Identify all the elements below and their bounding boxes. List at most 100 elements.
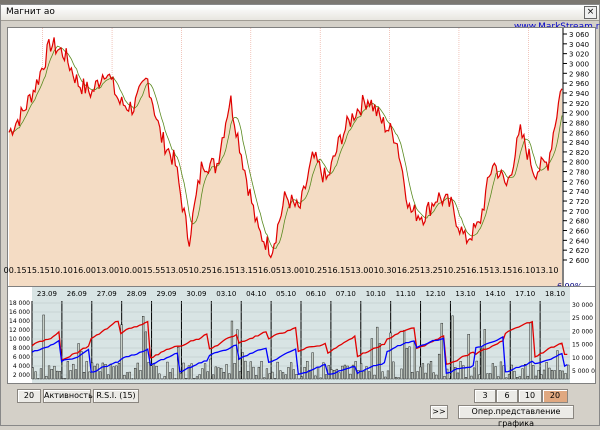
price-tick-label: 3 060	[569, 31, 589, 39]
date-tick-label: 18.10	[545, 290, 565, 298]
volume-bar	[409, 347, 411, 379]
volume-bar	[505, 378, 507, 379]
volume-bar	[288, 367, 290, 379]
range-6d-button[interactable]: 6 дн.	[496, 389, 518, 403]
volume-bar	[175, 378, 177, 379]
volume-bar	[468, 334, 470, 379]
volume-bar	[427, 364, 429, 379]
price-tick-label: 3 020	[569, 51, 589, 59]
volume-bar	[384, 377, 386, 379]
volume-bar	[301, 377, 303, 379]
left-tick-label: 16 000	[9, 309, 30, 316]
volume-bar	[546, 362, 548, 379]
volume-bar	[417, 372, 419, 379]
volume-bar	[441, 323, 443, 379]
volume-bar	[336, 369, 338, 379]
volume-bar	[497, 377, 499, 379]
volume-bar	[306, 361, 308, 379]
date-tick-label: 06.10	[306, 290, 326, 298]
volume-bar	[444, 376, 446, 379]
volume-bar	[253, 367, 255, 379]
volume-bar	[261, 361, 263, 379]
time-tick-label: 13.15	[235, 266, 258, 275]
price-tick-label: 2 680	[569, 218, 589, 226]
price-chart: 3 0603 0403 0203 0002 9802 9602 9402 920…	[8, 28, 595, 286]
volume-bar	[425, 373, 427, 379]
date-tick-label: 13.10	[455, 290, 475, 298]
volume-bar	[527, 376, 529, 379]
volume-bar	[67, 361, 69, 379]
volume-bar	[551, 370, 553, 379]
volume-bar	[247, 371, 249, 379]
date-tick-label: 28.09	[127, 290, 147, 298]
time-tick-label: 10.25	[189, 266, 212, 275]
range-20d-button[interactable]: 20 дн.	[542, 389, 568, 403]
volume-bar	[123, 375, 125, 379]
date-tick-label: 10.10	[366, 290, 386, 298]
volume-bar	[293, 370, 295, 379]
price-tick-label: 2 820	[569, 149, 589, 157]
volume-bar	[180, 373, 182, 379]
volume-bar	[328, 365, 330, 379]
rsi-button[interactable]: R.S.I. (15)	[93, 389, 139, 403]
close-icon[interactable]: ×	[584, 6, 597, 19]
left-tick-label: 6 000	[13, 354, 30, 361]
range-3d-button[interactable]: 3 дн.	[474, 389, 496, 403]
oper-view-button[interactable]: Опер.представление графика	[458, 405, 574, 419]
volume-bar	[285, 375, 287, 379]
left-tick-label: 2 000	[13, 372, 30, 379]
price-axis: 3 0603 0403 0203 0002 9802 9602 9402 920…	[563, 28, 589, 286]
price-tick-label: 2 620	[569, 247, 589, 255]
volume-bar	[196, 377, 198, 379]
activity-button[interactable]: Активность	[43, 389, 91, 403]
volume-bar	[207, 372, 209, 379]
window-titlebar[interactable]: Магнит ао ×	[1, 5, 599, 21]
date-tick-label: 23.09	[37, 290, 57, 298]
volume-bar	[290, 363, 292, 379]
volume-bar	[508, 374, 510, 379]
volume-bar	[215, 367, 217, 379]
volume-bar	[390, 333, 392, 379]
volume-bar	[199, 375, 201, 379]
volume-bar	[94, 366, 96, 379]
volume-bar	[438, 354, 440, 379]
date-tick-label: 14.10	[485, 290, 505, 298]
forward-button[interactable]: >>	[430, 405, 448, 419]
volume-bar	[263, 378, 265, 379]
volume-bar	[83, 372, 85, 379]
left-tick-label: 12 000	[9, 327, 30, 334]
volume-bar	[414, 342, 416, 379]
left-tick-label: 18 000	[9, 300, 30, 307]
price-tick-label: 3 040	[569, 41, 589, 49]
volume-bar	[113, 367, 115, 379]
left-tick-label: 10 000	[9, 336, 30, 343]
volume-bar	[148, 362, 150, 379]
volume-bar	[228, 374, 230, 379]
window-title: Магнит ао	[6, 7, 55, 17]
date-tick-label: 29.09	[156, 290, 176, 298]
price-tick-label: 3 000	[569, 60, 589, 68]
range-10d-button[interactable]: 10 дн.	[518, 389, 542, 403]
price-tick-label: 2 760	[569, 178, 589, 186]
volume-bar	[543, 370, 545, 379]
volume-bar	[376, 327, 378, 379]
volume-bar	[54, 366, 56, 379]
price-tick-label: 2 940	[569, 90, 589, 98]
volume-bar	[524, 364, 526, 379]
volume-bar	[88, 372, 90, 379]
period-field[interactable]: 20	[17, 389, 41, 403]
volume-bar	[465, 377, 467, 379]
volume-bar	[218, 368, 220, 379]
time-tick-label: 00.15	[4, 266, 27, 275]
volume-bar	[282, 372, 284, 379]
time-tick-label: 13.25	[420, 266, 443, 275]
price-tick-label: 2 780	[569, 169, 589, 177]
volume-bar	[142, 316, 144, 379]
time-tick-label: 15.15	[27, 266, 50, 275]
volume-bar	[75, 370, 77, 379]
volume-bar	[476, 361, 478, 379]
volume-bar	[314, 376, 316, 379]
volume-bar	[118, 363, 120, 379]
volume-bar	[382, 372, 384, 379]
volume-bar	[479, 375, 481, 379]
